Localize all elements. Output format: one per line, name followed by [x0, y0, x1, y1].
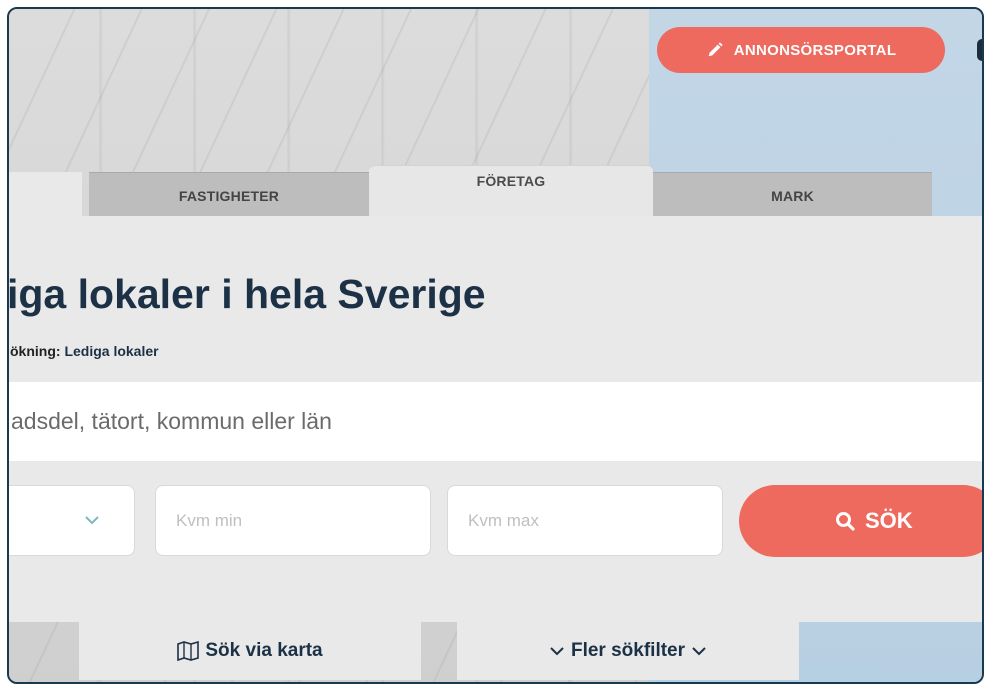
advertiser-portal-button[interactable]: ANNONSÖRSPORTAL [657, 27, 945, 73]
pencil-icon [708, 42, 723, 57]
kvm-min-input[interactable] [155, 485, 431, 556]
breadcrumb-prefix: ökning: [10, 343, 61, 359]
search-icon [836, 512, 855, 531]
tab-fastigheter[interactable]: FASTIGHETER [89, 172, 369, 218]
tab-mark-label: MARK [771, 187, 814, 204]
map-search-label: Sök via karta [205, 640, 323, 661]
map-search-link[interactable]: Sök via karta [79, 622, 421, 680]
breadcrumb: ökning: Lediga lokaler [10, 343, 159, 359]
chevron-down-icon [85, 516, 99, 525]
kvm-max-input[interactable] [447, 485, 723, 556]
location-search-input[interactable] [11, 382, 911, 461]
breadcrumb-link[interactable]: Lediga lokaler [64, 343, 158, 359]
search-button[interactable]: SÖK [739, 485, 982, 557]
search-button-label: SÖK [865, 508, 913, 533]
chevron-down-icon [692, 647, 706, 656]
more-filters-toggle[interactable]: Fler sökfilter [457, 622, 799, 680]
page-frame: ANNONSÖRSPORTAL FASTIGHETER FÖRETAG MARK… [7, 7, 984, 684]
advertiser-portal-label: ANNONSÖRSPORTAL [733, 41, 897, 59]
category-select[interactable] [9, 485, 135, 556]
map-icon [177, 641, 200, 661]
tab-left-edge [9, 172, 82, 218]
page-title: iga lokaler i hela Sverige [7, 271, 486, 317]
chevron-down-icon [550, 647, 564, 656]
tab-foretag[interactable]: FÖRETAG [369, 165, 653, 218]
tab-fastigheter-label: FASTIGHETER [178, 187, 280, 204]
more-filters-label: Fler sökfilter [570, 640, 686, 661]
tab-foretag-label: FÖRETAG [476, 173, 546, 189]
tab-mark[interactable]: MARK [653, 172, 932, 218]
menu-edge[interactable] [977, 39, 982, 61]
